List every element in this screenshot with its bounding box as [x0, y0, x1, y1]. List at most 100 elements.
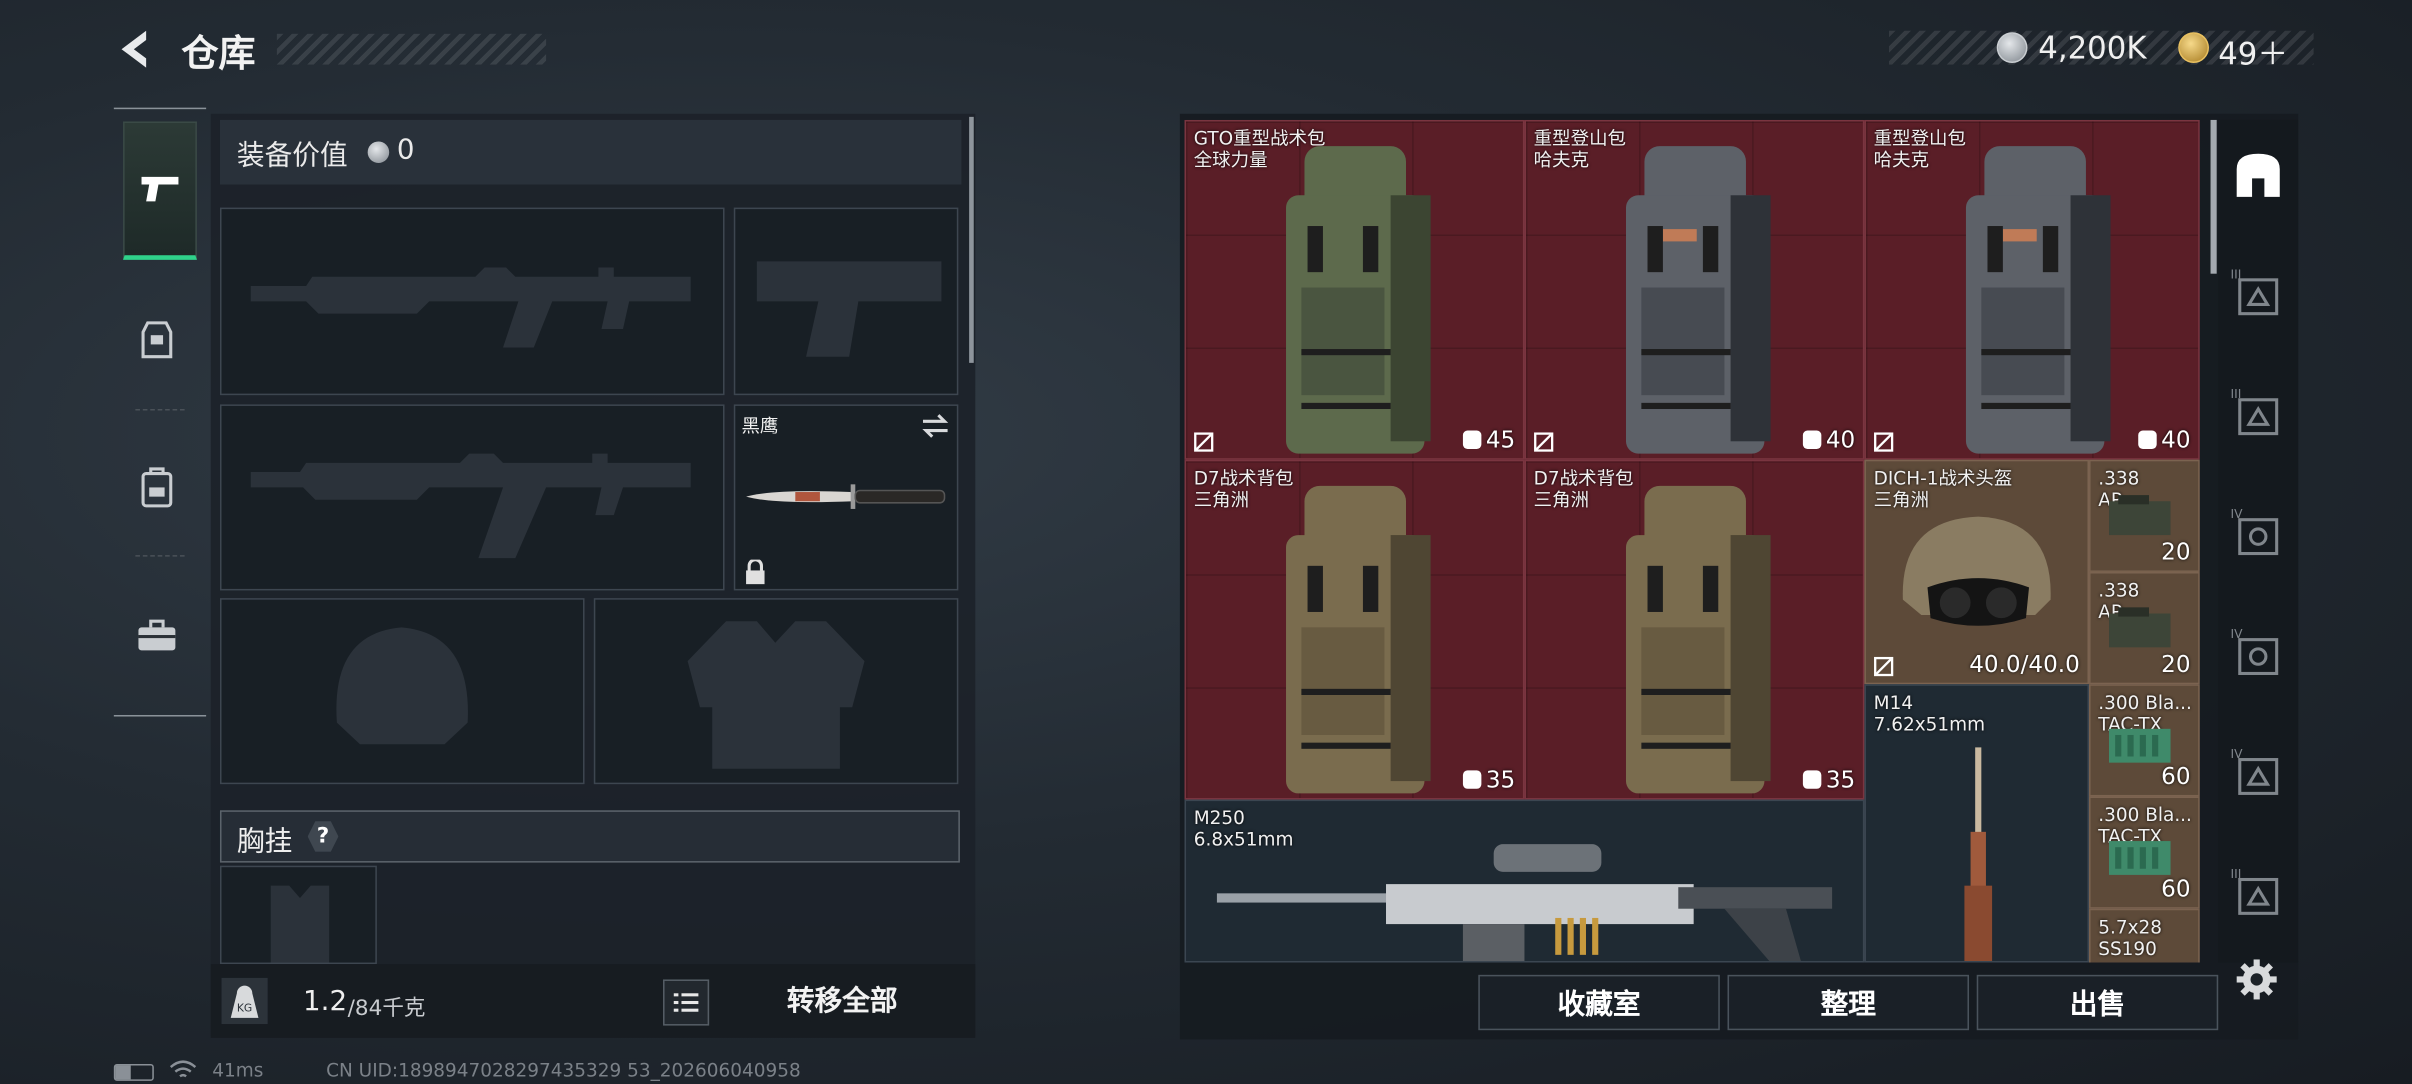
filter-all[interactable] — [2231, 148, 2286, 203]
battery-icon — [113, 1064, 154, 1081]
capacity-icon — [2138, 430, 2157, 449]
currency-amount: 4,200K — [2038, 29, 2147, 67]
backpack-icon — [1965, 146, 2111, 454]
ammo-box-icon — [2109, 607, 2171, 648]
swap-icon[interactable] — [920, 412, 951, 440]
no-insure-icon — [1874, 656, 1894, 677]
stash-scrollbar[interactable] — [2210, 119, 2217, 274]
chest-rig-label: 胸挂 — [236, 825, 293, 858]
stash-item[interactable]: .300 Bla... TAC-TX 60 — [2089, 684, 2200, 797]
filter-tier[interactable]: III — [2231, 387, 2286, 442]
coin-icon — [1996, 32, 2028, 64]
transfer-all-button[interactable]: 转移全部 — [723, 979, 961, 1025]
pistol-icon — [141, 176, 179, 202]
pistol-silhouette-icon — [756, 261, 942, 357]
ping-text: 41ms — [212, 1059, 264, 1081]
chest-rig-silhouette-icon — [270, 885, 330, 963]
filter-tier[interactable]: IV — [2231, 627, 2286, 682]
stash-item[interactable]: 重型登山包 哈夫克 40 — [1524, 119, 1865, 460]
settings-button[interactable] — [2234, 956, 2280, 1002]
back-button[interactable] — [112, 25, 161, 74]
loadout-value: 0 — [396, 133, 415, 167]
lock-icon — [746, 559, 765, 585]
token-icon — [2178, 32, 2209, 64]
no-insure-icon — [1194, 432, 1214, 452]
filter-tier[interactable]: III — [2231, 268, 2286, 323]
back-arrow-icon — [121, 30, 147, 68]
capacity-icon — [1802, 430, 1822, 449]
body-armor-slot[interactable] — [593, 598, 959, 785]
tab-toolbox[interactable] — [114, 592, 199, 677]
filter-tier[interactable]: III — [2231, 867, 2286, 922]
uid-text: CN UID:1898947028297435329 53_2026060409… — [326, 1059, 801, 1081]
stash-item[interactable]: DICH-1战术头盔 三角洲 40.0/40.0 — [1864, 459, 2090, 685]
no-insure-icon — [1874, 432, 1894, 452]
backpack-icon — [1286, 146, 1431, 454]
stash-item[interactable]: D7战术背包 三角洲 35 — [1524, 459, 1865, 800]
helmet-icon — [1902, 516, 2051, 626]
capacity-icon — [1802, 770, 1822, 789]
backpack-icon — [140, 466, 172, 507]
list-view-button[interactable] — [663, 979, 710, 1026]
capacity-icon — [1462, 770, 1482, 789]
rifle-silhouette-icon — [250, 453, 691, 559]
melee-name: 黑鹰 — [741, 415, 779, 437]
vest-icon — [140, 320, 172, 358]
secondary-weapon-slot[interactable] — [219, 404, 725, 591]
loadout-value-label: 装备价值 — [236, 139, 348, 173]
stash-item[interactable]: .300 Bla... TAC-TX 60 — [2089, 796, 2200, 909]
loadout-value-row: 装备价值 0 — [219, 119, 962, 185]
stash-item[interactable]: .338 AP 20 — [2089, 571, 2200, 685]
sell-button[interactable]: 出售 — [1976, 974, 2219, 1031]
ammo-box-icon — [2109, 495, 2171, 536]
stash-item[interactable]: M250 6.8x51mm — [1184, 799, 1865, 963]
backpack-icon — [1625, 146, 1771, 454]
rifle-silhouette-icon — [250, 267, 691, 348]
stash-grid: GTO重型战术包 全球力量 45 重型登山包 哈夫克 40 重型登山包 哈夫克 40 … — [1184, 119, 2200, 963]
stash-item[interactable]: 5.7x28 SS190 — [2089, 908, 2200, 963]
stash-item[interactable]: 重型登山包 哈夫克 40 — [1864, 119, 2200, 460]
scrollbar[interactable] — [969, 116, 974, 363]
stash-filter-column: III III IV IV IV III — [2218, 119, 2299, 963]
stash-item[interactable]: D7战术背包 三角洲 35 — [1184, 459, 1525, 800]
primary-weapon-slot[interactable] — [219, 207, 725, 396]
machine-gun-icon — [1216, 844, 1833, 961]
armor-silhouette-icon — [687, 621, 865, 769]
weight-current: 1.2 — [303, 985, 348, 1018]
loadout-sidebar — [113, 107, 207, 717]
stash-item[interactable]: GTO重型战术包 全球力量 45 — [1184, 119, 1525, 460]
filter-tier[interactable]: IV — [2231, 507, 2286, 562]
filter-tier[interactable]: IV — [2231, 747, 2286, 802]
chest-rig-header: 胸挂 ? — [219, 810, 960, 863]
svg-text:KG: KG — [237, 1002, 252, 1015]
no-insure-icon — [1534, 432, 1554, 452]
coin-icon — [367, 141, 390, 163]
melee-slot[interactable]: 黑鹰 — [733, 404, 959, 591]
wifi-icon — [169, 1060, 197, 1078]
collection-room-button[interactable]: 收藏室 — [1478, 974, 1720, 1031]
tab-backpack[interactable] — [114, 444, 199, 529]
backpack-icon — [1286, 485, 1431, 794]
helmet-slot[interactable] — [219, 598, 585, 785]
sidebar-divider — [135, 555, 185, 557]
pistol-slot[interactable] — [733, 207, 959, 396]
sidebar-divider — [135, 409, 185, 411]
organize-button[interactable]: 整理 — [1727, 974, 1970, 1031]
stash-item[interactable]: M14 7.62x51mm — [1864, 684, 2090, 963]
chest-rig-slot[interactable] — [219, 865, 377, 965]
helmet-silhouette-icon — [336, 627, 468, 745]
stash-home-icon — [2236, 153, 2280, 197]
stash-item[interactable]: .338 AP 20 — [2089, 459, 2200, 572]
page-title: 仓库 — [181, 32, 256, 76]
backpack-icon — [1625, 485, 1771, 794]
tab-weapons[interactable] — [123, 121, 197, 260]
capacity-icon — [1462, 430, 1482, 449]
token-amount[interactable]: 49＋ — [2218, 29, 2288, 74]
list-icon — [673, 993, 699, 1012]
help-icon[interactable]: ? — [307, 821, 339, 852]
weight-icon: KG — [221, 977, 268, 1025]
weight-max: /84千克 — [347, 996, 426, 1021]
gear-icon — [2236, 959, 2277, 1000]
ammo-box-icon — [2109, 728, 2171, 763]
tab-armor[interactable] — [114, 297, 199, 382]
